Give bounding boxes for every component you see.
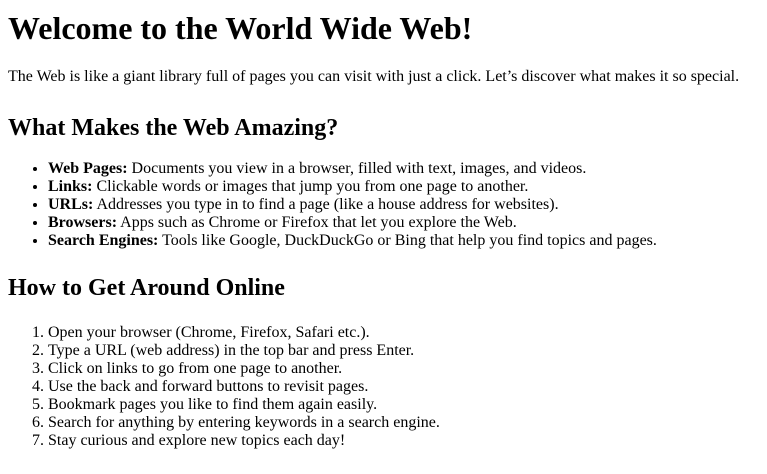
list-item: Click on links to go from one page to an… [48, 360, 759, 378]
list-item: Use the back and forward buttons to revi… [48, 378, 759, 396]
page: Welcome to the World Wide Web! The Web i… [0, 10, 767, 450]
section-heading-navigation: How to Get Around Online [8, 275, 285, 301]
list-item: Type a URL (web address) in the top bar … [48, 342, 759, 360]
list-item: Search Engines: Tools like Google, DuckD… [48, 232, 759, 250]
list-item: Browsers: Apps such as Chrome or Firefox… [48, 214, 759, 232]
term-description: Addresses you type in to find a page (li… [93, 196, 559, 213]
steps-list: Open your browser (Chrome, Firefox, Safa… [8, 324, 759, 450]
term-description: Documents you view in a browser, filled … [127, 160, 587, 177]
term-label: Web Pages: [48, 160, 128, 177]
term-label: Browsers: [48, 214, 118, 231]
list-item: Stay curious and explore new topics each… [48, 432, 759, 450]
term-label: Search Engines: [48, 232, 159, 249]
intro-paragraph: The Web is like a giant library full of … [8, 68, 740, 85]
term-description: Clickable words or images that jump you … [92, 178, 529, 195]
term-description: Tools like Google, DuckDuckGo or Bing th… [158, 232, 657, 249]
term-description: Apps such as Chrome or Firefox that let … [117, 214, 517, 231]
features-list: Web Pages: Documents you view in a brows… [8, 160, 759, 250]
list-item: Search for anything by entering keywords… [48, 414, 759, 432]
list-item: Bookmark pages you like to find them aga… [48, 396, 759, 414]
section-heading-amazing: What Makes the Web Amazing? [8, 115, 339, 141]
list-item: Open your browser (Chrome, Firefox, Safa… [48, 324, 759, 342]
term-label: URLs: [48, 196, 94, 213]
list-item: URLs: Addresses you type in to find a pa… [48, 196, 759, 214]
list-item: Links: Clickable words or images that ju… [48, 178, 759, 196]
list-item: Web Pages: Documents you view in a brows… [48, 160, 759, 178]
page-title: Welcome to the World Wide Web! [8, 10, 473, 46]
term-label: Links: [48, 178, 93, 195]
